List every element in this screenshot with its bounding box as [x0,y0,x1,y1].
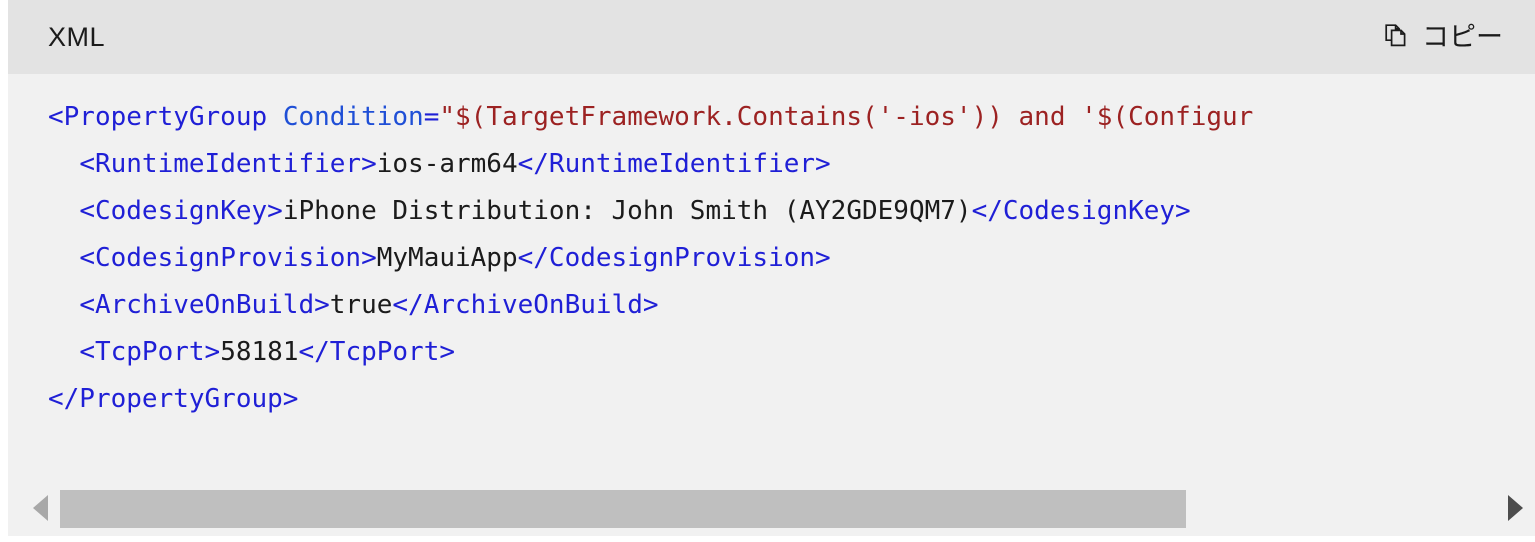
chevron-left-icon [32,495,48,521]
code-block-card: XML コピー <PropertyGroup Condition="$(Targ… [8,0,1535,542]
code-token-text: iPhone Distribution: John Smith (AY2GDE9… [282,196,972,226]
code-token-tag: <PropertyGroup [48,102,283,132]
code-scroll-viewport[interactable]: <PropertyGroup Condition="$(TargetFramew… [8,74,1535,480]
scrollbar-track[interactable] [52,490,1493,528]
code-token-tag: </ArchiveOnBuild> [392,290,659,320]
code-token-tag: = [423,102,440,132]
code-token-attribute: Condition [282,102,424,132]
code-token-tag: <RuntimeIdentifier> [79,149,377,179]
code-token-tag: </CodesignProvision> [517,243,831,273]
scroll-right-button[interactable] [1493,480,1535,536]
code-content[interactable]: <PropertyGroup Condition="$(TargetFramew… [48,94,1253,423]
card-bottom-edge [8,536,1535,542]
code-token-text: MyMauiApp [376,243,518,273]
chevron-right-icon [1507,495,1523,521]
code-token-tag: <ArchiveOnBuild> [79,290,330,320]
code-token-tag: </RuntimeIdentifier> [517,149,831,179]
code-token-tag: <CodesignProvision> [79,243,377,273]
scrollbar-thumb[interactable] [60,490,1186,528]
code-token-text: true [329,290,393,320]
code-token-tag: <TcpPort> [79,337,221,367]
code-language-label: XML [48,21,106,52]
code-token-tag: </CodesignKey> [971,196,1191,226]
copy-button-label: コピー [1422,21,1503,52]
code-token-tag: </TcpPort> [298,337,456,367]
code-token-text: 58181 [220,337,299,367]
code-token-tag: <CodesignKey> [79,196,283,226]
code-block-header: XML コピー [8,0,1535,74]
horizontal-scrollbar[interactable] [8,480,1535,536]
code-token-string: "$(TargetFramework.Contains('-ios')) and… [439,102,1254,132]
code-token-tag: </PropertyGroup> [48,384,299,414]
copy-icon [1383,23,1411,51]
code-token-text: ios-arm64 [376,149,518,179]
copy-button[interactable]: コピー [1381,19,1505,55]
